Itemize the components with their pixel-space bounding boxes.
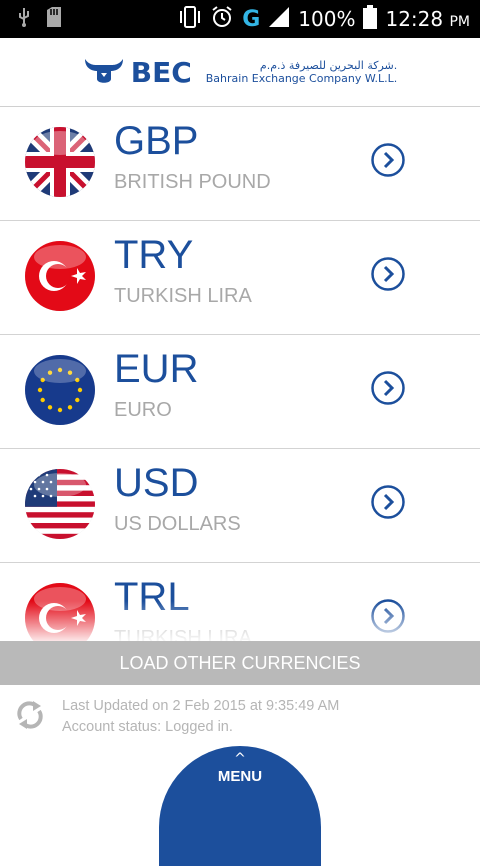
company-name-english: Bahrain Exchange Company W.L.L. bbox=[205, 72, 398, 85]
chevron-right-circle-icon[interactable] bbox=[371, 143, 405, 177]
currency-name: TURKISH LIRA bbox=[114, 627, 252, 641]
currency-code: EUR bbox=[114, 347, 199, 391]
status-info: Last Updated on 2 Feb 2015 at 9:35:49 AM… bbox=[62, 696, 339, 738]
currency-row-usd[interactable]: USD US DOLLARS bbox=[0, 449, 480, 563]
eu-flag-icon bbox=[25, 355, 95, 425]
signal-icon bbox=[268, 6, 290, 33]
company-name-arabic: شركة البحرين للصيرفة ذ.م.م. bbox=[259, 59, 398, 72]
sd-card-icon bbox=[46, 7, 62, 31]
currency-code: GBP bbox=[114, 119, 199, 163]
currency-list[interactable]: GBP BRITISH POUND TRY TURKISH LIRA EUR E… bbox=[0, 107, 480, 641]
bec-logo: BEC شركة البحرين للصيرفة ذ.م.م. Bahrain … bbox=[83, 53, 397, 91]
bull-icon bbox=[83, 53, 125, 91]
currency-code: USD bbox=[114, 461, 199, 505]
clock-time: 12:28 bbox=[385, 7, 444, 31]
refresh-icon[interactable] bbox=[14, 699, 46, 731]
chevron-right-circle-icon[interactable] bbox=[371, 257, 405, 291]
currency-row-gbp[interactable]: GBP BRITISH POUND bbox=[0, 107, 480, 221]
app-header: BEC شركة البحرين للصيرفة ذ.م.م. Bahrain … bbox=[0, 38, 480, 107]
clock: 12:28 PM bbox=[385, 7, 470, 31]
alarm-icon bbox=[210, 5, 234, 34]
battery-icon bbox=[363, 4, 378, 34]
currency-name: EURO bbox=[114, 399, 172, 421]
chevron-right-circle-icon[interactable] bbox=[371, 485, 405, 519]
turkey-flag-icon bbox=[25, 241, 95, 311]
currency-row-try[interactable]: TRY TURKISH LIRA bbox=[0, 221, 480, 335]
chevron-right-circle-icon[interactable] bbox=[371, 599, 405, 633]
currency-name: BRITISH POUND bbox=[114, 171, 271, 193]
chevron-up-icon: ^ bbox=[234, 751, 246, 767]
company-name: شركة البحرين للصيرفة ذ.م.م. Bahrain Exch… bbox=[206, 59, 397, 85]
currency-name: TURKISH LIRA bbox=[114, 285, 252, 307]
status-bar: G 100% 12:28 PM bbox=[0, 0, 480, 38]
chevron-right-circle-icon[interactable] bbox=[371, 371, 405, 405]
currency-code: TRY bbox=[114, 233, 194, 277]
logo-text: BEC bbox=[130, 55, 192, 89]
last-updated-text: Last Updated on 2 Feb 2015 at 9:35:49 AM bbox=[62, 698, 340, 714]
turkey-flag-icon bbox=[25, 583, 95, 641]
currency-row-eur[interactable]: EUR EURO bbox=[0, 335, 480, 449]
vibrate-icon bbox=[178, 5, 202, 33]
us-flag-icon bbox=[25, 469, 95, 539]
footer: Last Updated on 2 Feb 2015 at 9:35:49 AM… bbox=[0, 685, 480, 866]
usb-icon bbox=[16, 7, 32, 31]
currency-name: US DOLLARS bbox=[114, 513, 241, 535]
clock-ampm: PM bbox=[449, 14, 470, 30]
battery-percent: 100% bbox=[298, 7, 356, 31]
network-type: G bbox=[242, 6, 261, 32]
account-status-text: Account status: Logged in. bbox=[62, 719, 233, 735]
uk-flag-icon bbox=[25, 127, 95, 197]
menu-button[interactable]: ^ MENU bbox=[159, 746, 321, 866]
currency-code: TRL bbox=[114, 575, 190, 619]
menu-label: MENU bbox=[217, 768, 263, 785]
load-other-currencies-button[interactable]: LOAD OTHER CURRENCIES bbox=[0, 641, 480, 685]
currency-row-trl[interactable]: TRL TURKISH LIRA bbox=[0, 563, 480, 641]
